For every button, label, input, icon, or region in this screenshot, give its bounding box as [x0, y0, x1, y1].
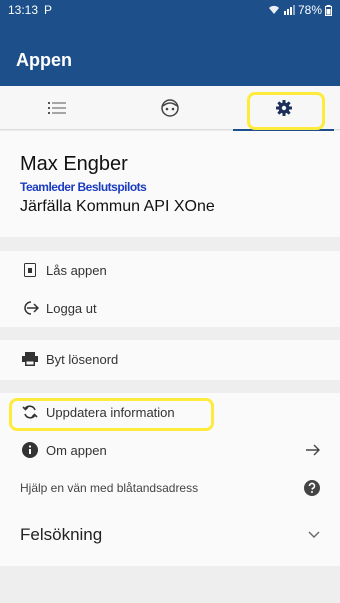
tab-strip: [0, 86, 340, 131]
arrow-right-icon: [306, 444, 320, 456]
change-password-label: Byt lösenord: [46, 351, 119, 367]
lock-app-label: Lås appen: [46, 262, 107, 278]
update-info-item[interactable]: Uppdatera information: [0, 393, 340, 431]
list-icon: [47, 102, 66, 114]
tab-list[interactable]: [0, 86, 113, 130]
about-app-item[interactable]: Om appen: [0, 431, 340, 469]
lock-app-item[interactable]: Lås appen: [0, 251, 340, 289]
profile-card: Max Engber Teamleder Beslutspilots Järfä…: [0, 131, 340, 237]
help-icon: [304, 480, 320, 496]
menu-group-password: Byt lösenord: [0, 340, 340, 380]
battery-percent: 78%: [297, 3, 322, 17]
app-title: Appen: [16, 50, 72, 70]
lock-icon: [20, 260, 40, 280]
logout-label: Logga ut: [46, 300, 97, 316]
face-icon: [160, 99, 179, 117]
update-info-label: Uppdatera information: [46, 404, 175, 420]
refresh-icon: [20, 402, 40, 422]
status-bar: 13:13 P 78%: [0, 0, 340, 20]
profile-name: Max Engber: [20, 153, 128, 175]
app-bar: Appen: [0, 20, 340, 86]
status-time: 13:13: [8, 3, 39, 17]
logout-icon: [20, 298, 40, 318]
profile-org: Järfälla Kommun API XOne: [20, 198, 215, 215]
about-app-label: Om appen: [46, 442, 107, 458]
gear-icon: [275, 100, 292, 116]
signal-icon: [283, 5, 295, 15]
troubleshooting-item[interactable]: Felsökning: [0, 507, 340, 563]
help-friend-item[interactable]: Hjälp en vän med blåtandsadress: [0, 469, 340, 507]
chevron-down-icon: [308, 531, 320, 539]
menu-group-session: Lås appen Logga ut: [0, 251, 340, 327]
help-friend-label: Hjälp en vän med blåtandsadress: [20, 481, 199, 495]
printer-icon: [20, 349, 40, 369]
tab-profile[interactable]: [113, 86, 226, 130]
change-password-item[interactable]: Byt lösenord: [0, 340, 340, 378]
status-right: 78%: [268, 3, 332, 17]
logout-item[interactable]: Logga ut: [0, 289, 340, 327]
tab-settings[interactable]: [227, 86, 340, 131]
menu-group-info: Uppdatera information Om appen Hjälp en …: [0, 393, 340, 566]
battery-icon: [325, 4, 332, 16]
notification-icon: P: [44, 3, 53, 17]
info-icon: [20, 440, 40, 460]
troubleshooting-label: Felsökning: [20, 525, 103, 544]
wifi-icon: [268, 5, 279, 15]
profile-subtitle: Teamleder Beslutspilots: [20, 180, 147, 194]
